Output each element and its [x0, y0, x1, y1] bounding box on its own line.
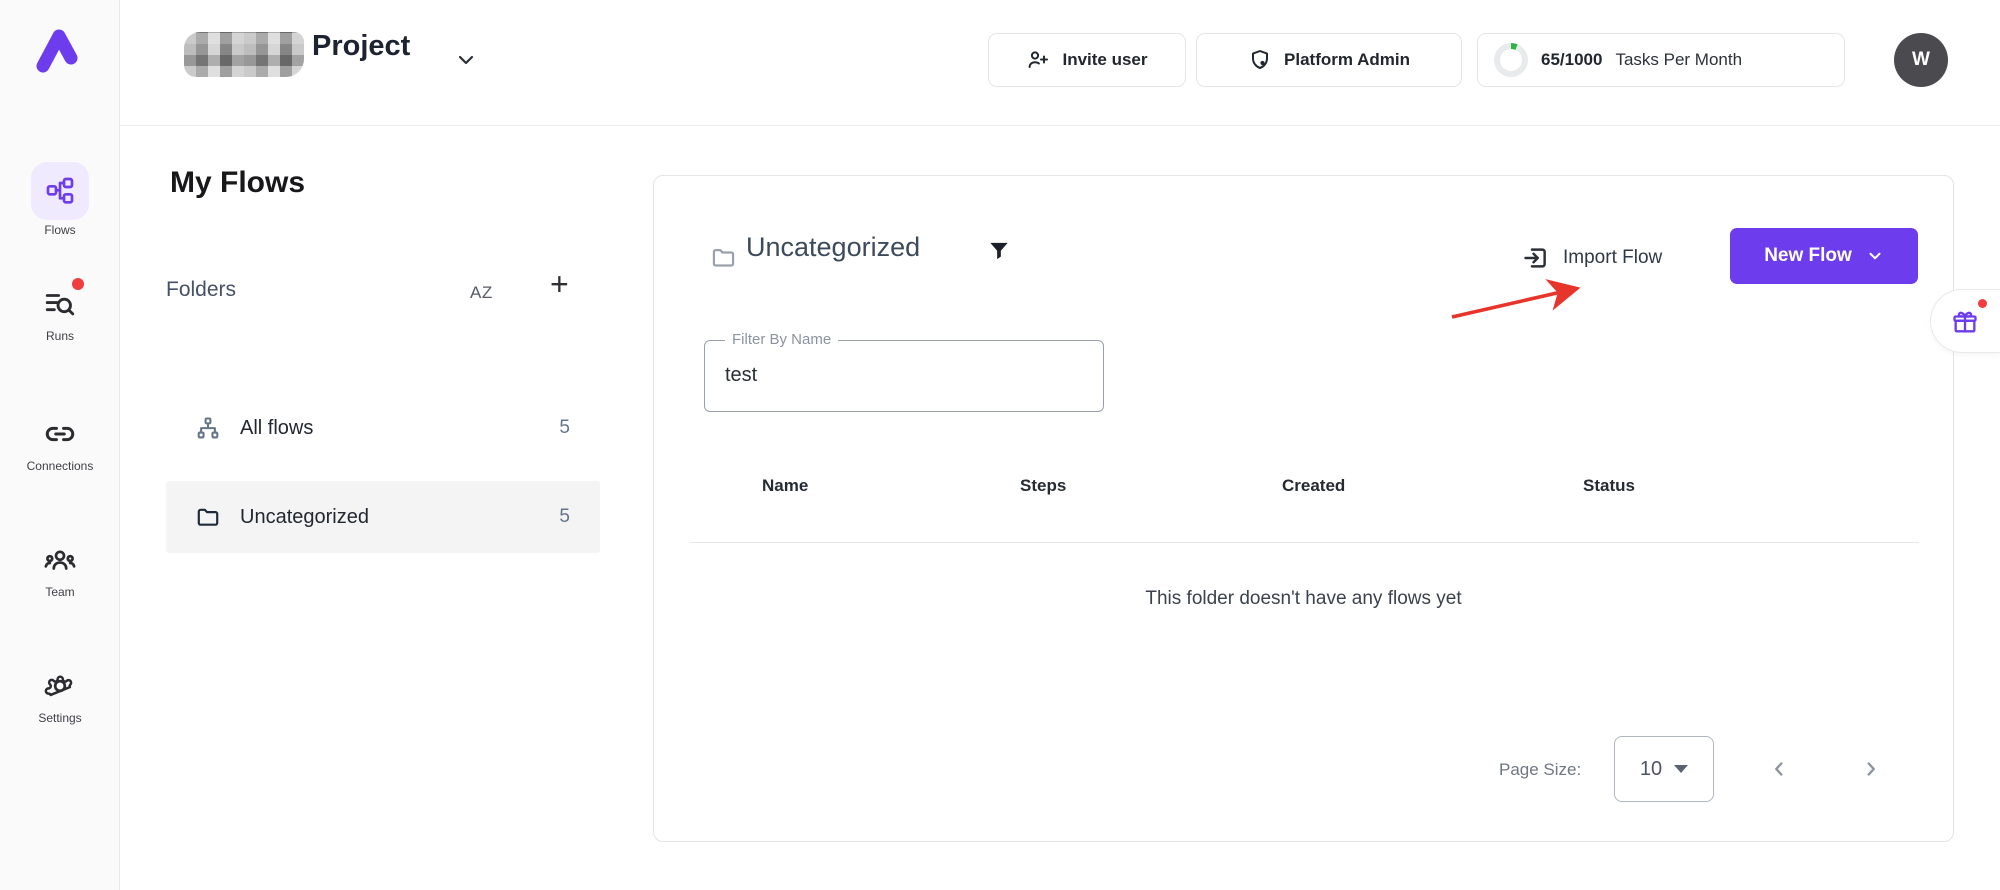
runs-icon [38, 282, 82, 326]
runs-badge-dot [72, 278, 84, 290]
import-flow-label: Import Flow [1563, 247, 1662, 269]
sidebar-item-label: Team [0, 585, 120, 599]
team-icon [38, 538, 82, 582]
link-icon [38, 412, 82, 456]
new-flow-label: New Flow [1764, 245, 1852, 267]
folder-item-count: 5 [559, 417, 570, 439]
invite-user-label: Invite user [1062, 50, 1147, 70]
chevron-down-icon[interactable] [454, 48, 478, 72]
avatar-initial: W [1912, 49, 1930, 71]
caret-down-icon [1674, 765, 1688, 773]
current-folder-title: Uncategorized [746, 232, 920, 263]
folder-icon [710, 244, 737, 271]
folders-section-title: Folders [166, 278, 236, 302]
folder-item-uncategorized[interactable]: Uncategorized 5 [166, 481, 600, 553]
folder-item-count: 5 [559, 506, 570, 528]
sidebar-item-team[interactable]: Team [0, 538, 120, 599]
tasks-usage-value: 65/1000 [1541, 50, 1602, 70]
column-header-name: Name [762, 476, 808, 496]
page-title: My Flows [170, 166, 305, 200]
sidebar-item-settings[interactable]: Settings [0, 664, 120, 725]
top-header: Project Invite user Platform Admin [120, 0, 2000, 126]
sidebar-item-runs[interactable]: Runs [0, 282, 120, 343]
gear-icon [38, 664, 82, 708]
shield-icon [1248, 48, 1272, 72]
add-folder-button[interactable]: + [550, 268, 569, 300]
filter-by-name-input[interactable] [725, 355, 1075, 395]
sidebar-item-label: Settings [0, 711, 120, 725]
tasks-progress-ring [1494, 43, 1528, 77]
new-flow-button[interactable]: New Flow [1730, 228, 1918, 284]
platform-admin-label: Platform Admin [1284, 50, 1410, 70]
sidebar-item-label: Flows [0, 223, 120, 237]
gift-icon [1951, 308, 1979, 336]
tasks-usage-label: Tasks Per Month [1615, 50, 1742, 70]
invite-user-button[interactable]: Invite user [988, 33, 1186, 87]
import-icon [1522, 244, 1550, 272]
project-name-redacted [184, 32, 304, 77]
column-header-created: Created [1282, 476, 1345, 496]
sitemap-icon [195, 415, 221, 441]
sidebar-item-label: Connections [0, 459, 120, 473]
next-page-button[interactable] [1856, 754, 1886, 784]
filter-field-label: Filter By Name [725, 331, 838, 348]
table-divider [690, 542, 1919, 543]
rewards-drawer-tab[interactable] [1930, 289, 2000, 353]
column-header-status: Status [1583, 476, 1635, 496]
sidebar-item-flows[interactable]: Flows [0, 162, 120, 237]
rewards-badge-dot [1978, 299, 1987, 308]
filter-by-name-field[interactable]: Filter By Name [704, 340, 1104, 412]
previous-page-button[interactable] [1764, 754, 1794, 784]
folder-item-all-flows[interactable]: All flows 5 [166, 400, 600, 456]
activepieces-logo-icon[interactable] [28, 22, 86, 80]
flows-card: Uncategorized Import Flow New Flow [653, 175, 1954, 842]
tasks-usage-widget[interactable]: 65/1000 Tasks Per Month [1477, 33, 1845, 87]
sidebar-item-label: Runs [0, 329, 120, 343]
chevron-down-icon [1866, 247, 1884, 265]
page-size-value: 10 [1640, 758, 1662, 781]
sidebar: Flows Runs Connections [0, 0, 120, 890]
page-size-label: Page Size: [1499, 760, 1581, 780]
sort-alpha-icon[interactable]: AZ [470, 283, 493, 303]
empty-state-message: This folder doesn't have any flows yet [654, 588, 1953, 610]
page-size-select[interactable]: 10 [1614, 736, 1714, 802]
user-plus-icon [1026, 48, 1050, 72]
sidebar-item-connections[interactable]: Connections [0, 412, 120, 473]
column-header-steps: Steps [1020, 476, 1066, 496]
project-switcher[interactable]: Project [312, 30, 410, 63]
folder-item-label: Uncategorized [240, 506, 369, 529]
flows-icon [31, 162, 89, 220]
folder-item-label: All flows [240, 417, 313, 440]
app-window: Flows Runs Connections [0, 0, 2000, 890]
annotation-arrow [1444, 276, 1594, 326]
avatar[interactable]: W [1894, 33, 1948, 87]
folder-icon [195, 504, 221, 530]
import-flow-button[interactable]: Import Flow [1522, 244, 1662, 272]
filter-funnel-icon[interactable] [986, 238, 1012, 264]
platform-admin-button[interactable]: Platform Admin [1196, 33, 1462, 87]
